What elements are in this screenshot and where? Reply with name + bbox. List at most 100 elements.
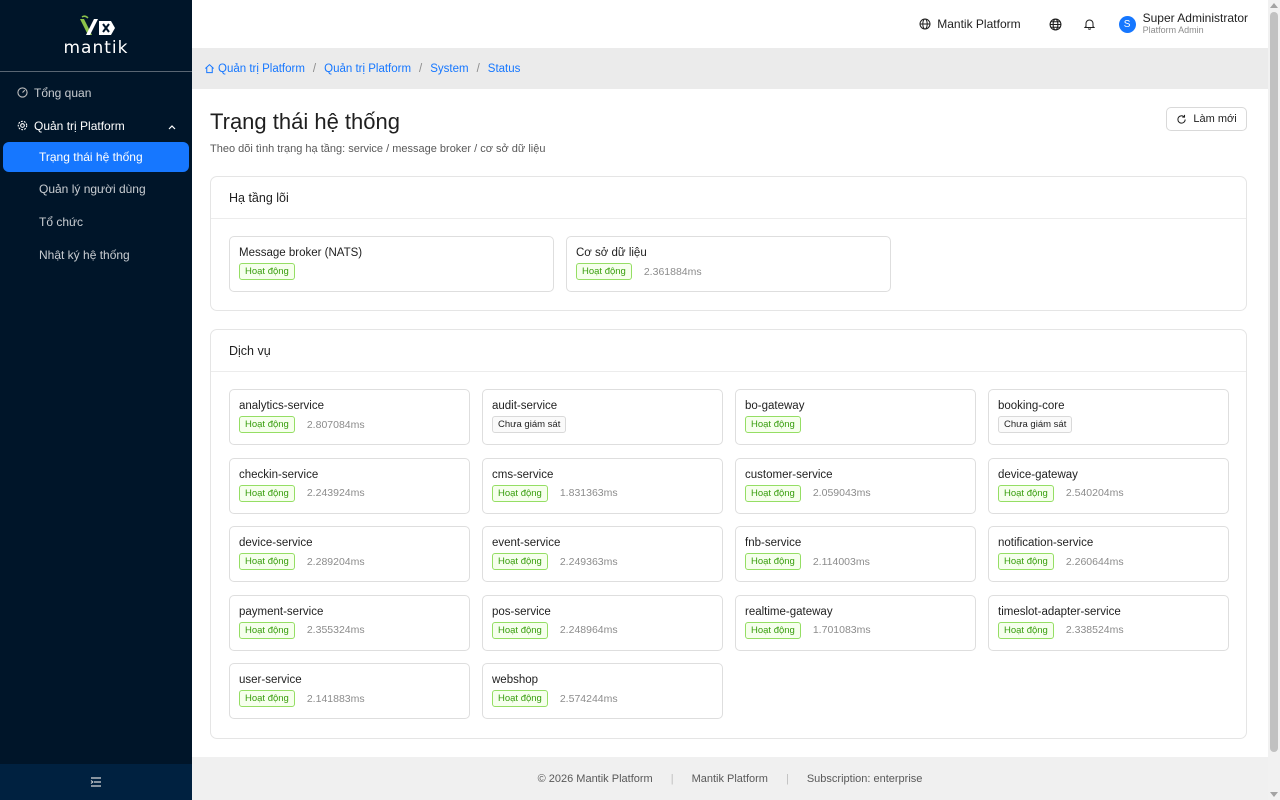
service-name: bo-gateway: [745, 400, 805, 412]
breadcrumb-label: Quản trị Platform: [218, 62, 305, 75]
status-badge: Hoạt động: [492, 553, 548, 570]
sidebar-item-system-log[interactable]: Nhật ký hệ thống: [0, 238, 192, 271]
service-card: cms-service Hoạt động 1.831363ms: [482, 457, 723, 514]
service-name: device-gateway: [998, 468, 1078, 481]
sidebar-item-user-management[interactable]: Quản lý người dùng: [0, 172, 192, 205]
sidebar-item-label: Tổng quan: [34, 85, 92, 100]
service-name: webshop: [492, 674, 539, 686]
status-badge: Chưa giám sát: [492, 416, 567, 433]
status-badge: Hoạt động: [998, 553, 1054, 570]
status-badge: Hoạt động: [745, 621, 801, 639]
card-title: Hạ tầng lõi: [211, 177, 1246, 219]
latency-value: 2.243924ms: [306, 487, 365, 499]
refresh-label: Làm mới: [1193, 113, 1237, 125]
service-name: fnb-service: [745, 537, 802, 549]
page-scrollbar[interactable]: [1268, 0, 1280, 800]
brand-logo[interactable]: mantik: [0, 0, 192, 72]
breadcrumb-separator: /: [419, 62, 423, 75]
status-badge: Hoạt động: [492, 484, 548, 502]
latency-value: 2.141883ms: [306, 692, 365, 705]
core-item-nats: Message broker (NATS) Hoạt động: [229, 236, 554, 292]
platform-name: Mantik Platform: [937, 17, 1021, 31]
latency-value: 2.249363ms: [559, 555, 618, 568]
core-infra-list: Message broker (NATS) Hoạt động Cơ sở dữ…: [211, 219, 1246, 292]
sidebar-item-overview[interactable]: Tổng quan: [0, 76, 192, 109]
notifications-button[interactable]: [1083, 18, 1101, 30]
sidebar-item-label: Quản lý người dùng: [39, 181, 146, 196]
service-card: checkin-service Hoạt động 2.243924ms: [229, 457, 470, 514]
breadcrumb-separator: /: [312, 62, 317, 75]
sidebar-item-label: Nhật ký hệ thống: [39, 247, 130, 262]
service-name: notification-service: [998, 537, 1094, 549]
service-card: booking-core Chưa giám sát: [988, 389, 1229, 445]
breadcrumb-separator: /: [476, 62, 480, 75]
status-badge: Hoạt động: [239, 484, 295, 502]
language-button[interactable]: [1049, 18, 1068, 31]
reload-icon: [1177, 114, 1187, 124]
service-name: cms-service: [492, 468, 554, 481]
footer-copyright: © 2026 Mantik Platform: [537, 772, 653, 785]
breadcrumb-system[interactable]: System: [430, 63, 468, 75]
breadcrumb: Quản trị Platform / Quản trị Platform / …: [192, 48, 1268, 89]
page-title: Trạng thái hệ thống: [210, 109, 400, 134]
sidebar: mantik Tổng quan Quản trị Platform Trạng…: [0, 0, 192, 800]
status-badge: Chưa giám sát: [998, 416, 1073, 433]
sidebar-item-organizations[interactable]: Tổ chức: [0, 205, 192, 238]
service-card: device-service Hoạt động 2.289204ms: [229, 526, 470, 582]
status-badge: Hoạt động: [745, 553, 801, 570]
service-card: payment-service Hoạt động 2.355324ms: [229, 594, 470, 651]
service-name: Cơ sở dữ liệu: [576, 247, 647, 259]
service-name: checkin-service: [239, 468, 319, 481]
latency-value: 2.289204ms: [306, 555, 365, 568]
home-icon: [205, 63, 214, 74]
service-name: customer-service: [745, 468, 833, 481]
service-card: analytics-service Hoạt động 2.807084ms: [229, 389, 470, 445]
footer-subscription: Subscription: enterprise: [806, 772, 923, 785]
latency-value: 2.338524ms: [1065, 624, 1124, 636]
breadcrumb-status[interactable]: Status: [488, 63, 521, 75]
status-badge: Hoạt động: [576, 263, 632, 280]
status-badge: Hoạt động: [998, 621, 1054, 639]
status-badge: Hoạt động: [239, 553, 295, 570]
sidebar-item-label: Trạng thái hệ thống: [39, 150, 143, 164]
sidebar-collapse-button[interactable]: [0, 764, 192, 800]
breadcrumb-platform-admin[interactable]: Quản trị Platform: [324, 63, 411, 75]
sidebar-menu: Tổng quan Quản trị Platform Trạng thái h…: [0, 72, 192, 271]
refresh-button[interactable]: Làm mới: [1166, 107, 1247, 131]
status-badge: Hoạt động: [239, 690, 295, 707]
latency-value: 2.574244ms: [559, 692, 618, 705]
scroll-down-arrow-icon[interactable]: [1270, 792, 1278, 797]
latency-value: 2.355324ms: [306, 624, 365, 636]
services-grid: analytics-service Hoạt động 2.807084ms audi…: [211, 372, 1246, 719]
scroll-up-arrow-icon[interactable]: [1270, 3, 1278, 8]
scrollbar-thumb[interactable]: [1270, 12, 1278, 752]
service-card: notification-service Hoạt động 2.260644ms: [988, 526, 1229, 582]
breadcrumb-home[interactable]: Quản trị Platform: [204, 63, 305, 75]
status-badge: Hoạt động: [998, 484, 1054, 502]
mantik-logo-icon: [74, 14, 118, 40]
status-badge: Hoạt động: [239, 621, 295, 639]
service-name: event-service: [492, 537, 561, 549]
latency-value: 2.540204ms: [1065, 487, 1124, 499]
user-menu[interactable]: S Super Administrator Platform Admin: [1118, 12, 1248, 36]
card-title: Dịch vụ: [211, 330, 1246, 372]
latency-value: 2.807084ms: [306, 418, 365, 431]
service-card: webshop Hoạt động 2.574244ms: [482, 663, 723, 719]
service-name: timeslot-adapter-service: [998, 605, 1121, 618]
footer: © 2026 Mantik Platform | Mantik Platform…: [192, 757, 1268, 800]
platform-switcher[interactable]: Mantik Platform: [919, 17, 1021, 31]
latency-value: 2.059043ms: [812, 487, 871, 499]
footer-platform: Mantik Platform: [691, 772, 768, 785]
sidebar-item-label: Tổ chức: [39, 214, 84, 229]
gear-icon: [16, 120, 28, 132]
service-name: analytics-service: [239, 400, 324, 412]
status-badge: Hoạt động: [239, 416, 295, 433]
sidebar-item-system-status[interactable]: Trạng thái hệ thống: [3, 142, 189, 172]
service-card: event-service Hoạt động 2.249363ms: [482, 526, 723, 582]
service-card: fnb-service Hoạt động 2.114003ms: [735, 526, 976, 582]
top-header: Mantik Platform S Super Administrator Pl…: [192, 0, 1268, 48]
footer-separator: |: [785, 772, 789, 785]
sidebar-group-platform-admin[interactable]: Quản trị Platform: [0, 109, 192, 142]
service-card: realtime-gateway Hoạt động 1.701083ms: [735, 594, 976, 651]
bell-icon: [1083, 19, 1095, 30]
